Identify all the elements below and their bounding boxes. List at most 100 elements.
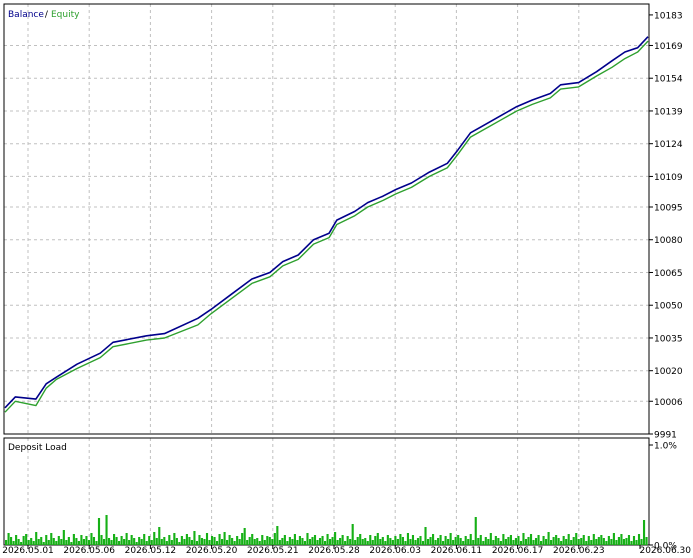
deposit-load-bar xyxy=(487,539,490,545)
deposit-load-bar xyxy=(298,536,301,545)
deposit-load-bar xyxy=(406,533,410,545)
deposit-load-bar xyxy=(248,537,251,545)
deposit-load-bar xyxy=(499,541,502,545)
x-tick-label: 2026.06.17 xyxy=(492,546,544,556)
deposit-load-bar xyxy=(630,541,633,545)
x-axis: 2026.05.01 2026.05.06 2026.05.12 2026.05.20… xyxy=(2,545,691,556)
deposit-load-bar xyxy=(233,541,236,545)
deposit-load-bar xyxy=(306,533,309,545)
deposit-load-bar xyxy=(10,537,13,545)
deposit-load-bar xyxy=(190,540,193,545)
deposit-load-bar xyxy=(361,539,364,545)
deposit-load-bar xyxy=(547,532,550,545)
deposit-load-bar xyxy=(203,539,206,545)
deposit-load-bar xyxy=(62,530,65,545)
deposit-load-bar xyxy=(610,539,613,545)
deposit-load-bar xyxy=(87,540,91,545)
deposit-load-bar xyxy=(341,535,344,545)
deposit-load-bar xyxy=(251,534,254,545)
deposit-load-bar xyxy=(288,537,291,545)
y-tick-label: 10169 xyxy=(654,42,683,52)
deposit-load-bar xyxy=(153,532,156,545)
deposit-load-bar xyxy=(198,535,201,545)
deposit-load-bar xyxy=(534,538,538,545)
deposit-load-bar xyxy=(268,537,271,545)
deposit-load-bar xyxy=(77,541,80,545)
deposit-load-bar xyxy=(374,536,377,545)
deposit-load-bar xyxy=(542,536,545,545)
deposit-load-bar xyxy=(351,524,354,545)
deposit-load-bar xyxy=(47,540,50,545)
x-tick-label: 2026.05.28 xyxy=(308,546,360,556)
deposit-load-bar xyxy=(472,540,475,545)
deposit-load-bar xyxy=(60,539,63,545)
deposit-load-bar xyxy=(494,536,497,545)
deposit-load-bar xyxy=(173,533,176,545)
deposit-load-bar xyxy=(195,541,199,545)
deposit-load-bar xyxy=(492,540,495,545)
deposit-load-bar xyxy=(640,539,643,545)
deposit-load-bar xyxy=(331,537,334,545)
deposit-load-bar xyxy=(522,533,525,545)
x-tick-label: 2026.05.21 xyxy=(247,546,299,556)
deposit-load-bar xyxy=(326,534,329,545)
deposit-load-bar xyxy=(75,538,78,545)
deposit-load-bar xyxy=(354,540,357,545)
deposit-load-bar xyxy=(120,536,123,545)
deposit-load-bar xyxy=(437,538,440,545)
deposit-load-bar xyxy=(25,534,28,545)
deposit-load-bar xyxy=(228,535,231,545)
deposit-load-bar xyxy=(200,538,204,545)
deposit-load-bar xyxy=(444,536,447,545)
deposit-load-bar xyxy=(366,541,369,545)
deposit-load-bar xyxy=(620,534,623,545)
deposit-load-bar xyxy=(482,541,485,545)
deposit-load-bar xyxy=(128,540,131,545)
deposit-load-bar xyxy=(261,535,264,545)
deposit-load-bar xyxy=(273,533,276,545)
deposit-load-bar xyxy=(218,534,221,545)
deposit-load-bar xyxy=(339,538,342,545)
y-tick-label: 10109 xyxy=(654,173,683,183)
deposit-load-bar xyxy=(52,538,55,545)
deposit-load-bar xyxy=(205,533,209,545)
deposit-load-bar xyxy=(592,534,595,545)
deposit-load-bar xyxy=(271,539,274,545)
deposit-load-bar xyxy=(20,542,23,545)
deposit-load-bar xyxy=(50,533,53,545)
deposit-load-bar xyxy=(226,540,229,545)
deposit-load-bar xyxy=(208,540,211,545)
deposit-load-bar xyxy=(359,534,362,545)
deposit-load-bar xyxy=(411,535,415,545)
deposit-load-bar xyxy=(615,540,618,545)
deposit-load-bar xyxy=(545,539,548,545)
deposit-load-bar xyxy=(27,540,30,545)
deposit-load-bar xyxy=(459,538,462,545)
deposit-load-bar xyxy=(570,540,573,545)
deposit-load-bar xyxy=(253,539,256,545)
x-tick-label: 2026.05.06 xyxy=(63,546,115,556)
deposit-load-bar xyxy=(497,538,500,545)
deposit-load-bar xyxy=(489,533,492,545)
deposit-load-bar xyxy=(600,535,603,545)
deposit-load-bar xyxy=(193,531,196,545)
x-tick-label: 2026.05.20 xyxy=(186,546,238,556)
strategy-tester-graph: 10183 10169 10154 10139 10124 10109 10095 10080… xyxy=(0,0,693,558)
deposit-load-bar xyxy=(552,537,555,545)
deposit-load-bar xyxy=(572,537,575,545)
deposit-load-bar xyxy=(635,540,638,545)
deposit-load-bar xyxy=(90,533,93,545)
deposit-load-bar xyxy=(442,541,445,545)
deposit-load-bar xyxy=(236,536,239,545)
deposit-load-bar xyxy=(85,536,88,545)
deposit-load-bar xyxy=(318,538,322,545)
deposit-load-bar xyxy=(529,534,533,545)
deposit-load-bar xyxy=(155,538,158,545)
deposit-load-bar xyxy=(401,537,404,545)
deposit-load-bar xyxy=(419,536,422,545)
deposit-load-bar xyxy=(484,537,487,545)
deposit-load-bar xyxy=(605,541,608,545)
deposit-load-bar xyxy=(469,534,472,545)
deposit-load-bar xyxy=(562,536,565,545)
load-y-tick-label: 1.0% xyxy=(654,442,677,452)
